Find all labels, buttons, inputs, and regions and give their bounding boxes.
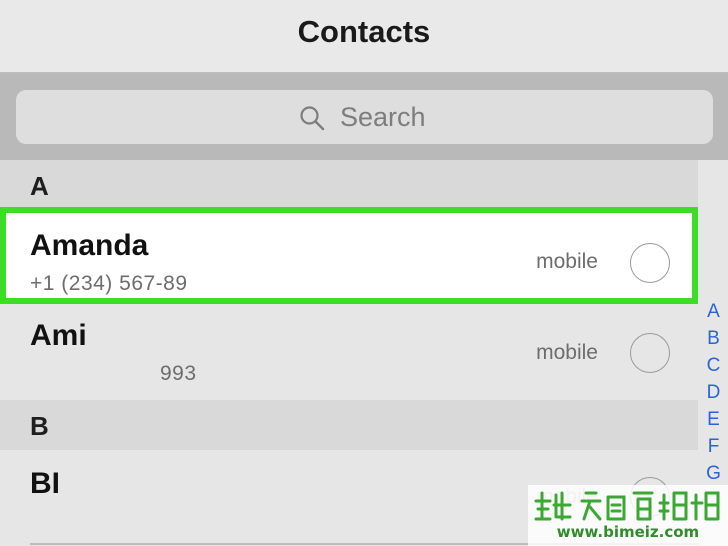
section-header-a: A bbox=[0, 160, 698, 207]
index-letter-a[interactable]: A bbox=[699, 298, 728, 325]
search-icon bbox=[300, 106, 325, 131]
search-bar-container: Search bbox=[0, 74, 728, 160]
contact-phone: +1 (234) 567-89 bbox=[30, 272, 188, 295]
select-radio[interactable] bbox=[630, 333, 670, 373]
contact-phone-label: mobile bbox=[536, 250, 598, 273]
contact-row-amanda[interactable]: Amanda +1 (234) 567-89 mobile bbox=[0, 207, 698, 304]
section-header-b: B bbox=[0, 400, 698, 450]
index-letter-c[interactable]: C bbox=[699, 352, 728, 379]
contact-row-ami[interactable]: Ami 993 mobile bbox=[0, 304, 698, 400]
watermark-logo-icon bbox=[534, 491, 720, 521]
index-letter-d[interactable]: D bbox=[699, 379, 728, 406]
watermark-url: www.bimeiz.com bbox=[556, 523, 700, 541]
alphabet-index[interactable]: A B C D E F G bbox=[699, 298, 728, 487]
index-letter-b[interactable]: B bbox=[699, 325, 728, 352]
contact-phone: 993 bbox=[160, 362, 197, 385]
navigation-bar: Contacts bbox=[0, 0, 728, 74]
watermark: www.bimeiz.com bbox=[528, 485, 728, 546]
index-letter-f[interactable]: F bbox=[699, 433, 728, 460]
search-input[interactable]: Search bbox=[16, 90, 713, 144]
contacts-screen: Contacts Search A Amanda +1 (234) 567-89… bbox=[0, 0, 728, 546]
search-placeholder: Search bbox=[340, 102, 426, 132]
index-letter-g[interactable]: G bbox=[699, 460, 728, 487]
contact-name: Amanda bbox=[30, 229, 149, 262]
section-letter: A bbox=[30, 171, 49, 201]
contact-name: Ami bbox=[30, 319, 87, 352]
contact-phone-label: mobile bbox=[536, 341, 598, 364]
select-radio[interactable] bbox=[630, 243, 670, 283]
page-title: Contacts bbox=[297, 14, 431, 49]
index-letter-e[interactable]: E bbox=[699, 406, 728, 433]
section-letter: B bbox=[30, 411, 49, 441]
contact-name: BI bbox=[30, 467, 60, 500]
